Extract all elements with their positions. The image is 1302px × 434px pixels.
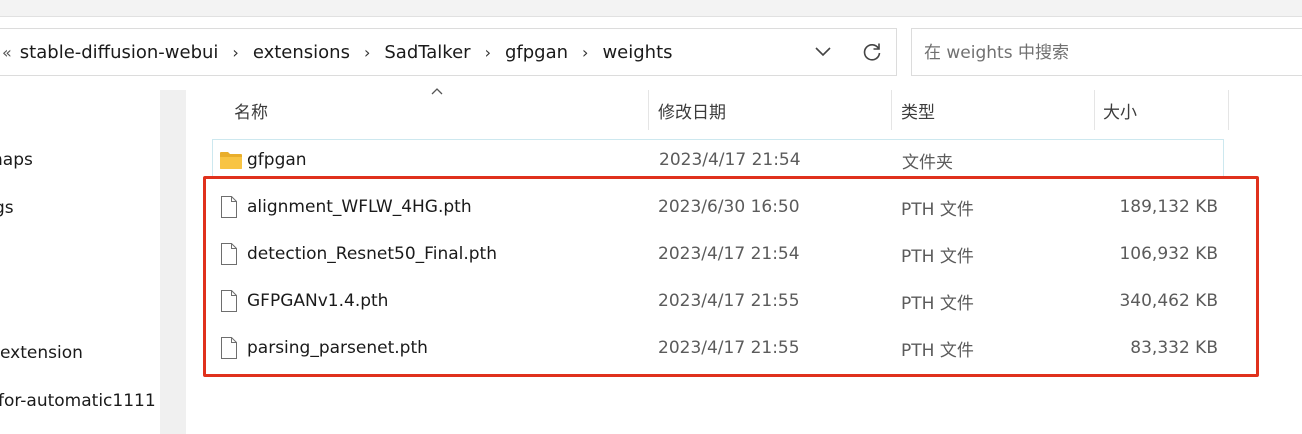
file-name: gfpgan bbox=[247, 150, 307, 170]
file-icon bbox=[220, 328, 238, 368]
column-header-type[interactable]: 类型 bbox=[901, 90, 1091, 130]
file-size: 106,932 KB bbox=[1119, 244, 1218, 264]
nav-item[interactable]: extension bbox=[0, 343, 83, 363]
file-type: PTH 文件 bbox=[901, 199, 974, 220]
file-modified: 2023/4/17 21:55 bbox=[658, 291, 800, 311]
breadcrumb-item-gfpgan[interactable]: gfpgan bbox=[503, 42, 570, 63]
column-header-name[interactable]: 名称 bbox=[234, 90, 644, 130]
breadcrumb-overflow-button[interactable]: « bbox=[2, 43, 12, 62]
column-header-modified[interactable]: 修改日期 bbox=[658, 90, 888, 130]
column-divider[interactable] bbox=[891, 90, 892, 130]
chevron-right-icon[interactable]: › bbox=[352, 43, 382, 62]
search-box[interactable] bbox=[911, 28, 1302, 76]
column-divider[interactable] bbox=[1094, 90, 1095, 130]
refresh-icon bbox=[861, 41, 883, 63]
column-header-size[interactable]: 大小 bbox=[1103, 90, 1223, 130]
breadcrumb-item-stable-diffusion-webui[interactable]: stable-diffusion-webui bbox=[18, 42, 221, 63]
chevron-down-icon bbox=[814, 46, 832, 58]
address-bar[interactable]: « stable-diffusion-webui › extensions › … bbox=[0, 28, 897, 76]
file-icon bbox=[220, 187, 238, 227]
file-size: 83,332 KB bbox=[1130, 338, 1218, 358]
file-size: 189,132 KB bbox=[1119, 197, 1218, 217]
address-history-dropdown-button[interactable] bbox=[808, 37, 838, 67]
file-size bbox=[1103, 140, 1219, 180]
nav-item[interactable]: naps bbox=[0, 150, 33, 170]
file-name: detection_Resnet50_Final.pth bbox=[247, 244, 497, 264]
column-divider[interactable] bbox=[648, 90, 649, 130]
breadcrumb-item-extensions[interactable]: extensions bbox=[251, 42, 352, 63]
file-row-gfpgan[interactable]: gfpgan 2023/4/17 21:54 文件夹 bbox=[212, 139, 1224, 179]
navigation-scrollbar[interactable] bbox=[160, 90, 186, 434]
file-modified: 2023/4/17 21:54 bbox=[659, 150, 801, 170]
chevron-right-icon[interactable]: › bbox=[473, 43, 503, 62]
file-row-parsing[interactable]: parsing_parsenet.pth 2023/4/17 21:55 PTH… bbox=[212, 328, 1224, 368]
navigation-pane: naps gs extension for-automatic1111 bbox=[0, 90, 160, 434]
file-type: PTH 文件 bbox=[901, 246, 974, 267]
breadcrumb-item-weights[interactable]: weights bbox=[600, 42, 674, 63]
file-name: parsing_parsenet.pth bbox=[247, 338, 428, 358]
nav-item[interactable]: gs bbox=[0, 198, 14, 218]
search-input[interactable] bbox=[922, 39, 1286, 67]
chevron-right-icon[interactable]: › bbox=[220, 43, 250, 62]
window-top-strip bbox=[0, 0, 1302, 17]
refresh-button[interactable] bbox=[857, 37, 887, 67]
file-modified: 2023/4/17 21:55 bbox=[658, 338, 800, 358]
file-modified: 2023/4/17 21:54 bbox=[658, 244, 800, 264]
file-type: 文件夹 bbox=[902, 152, 953, 173]
file-type: PTH 文件 bbox=[901, 293, 974, 314]
file-name: alignment_WFLW_4HG.pth bbox=[247, 197, 472, 217]
file-size: 340,462 KB bbox=[1119, 291, 1218, 311]
chevron-right-icon[interactable]: › bbox=[570, 43, 600, 62]
file-row-gfpganv14[interactable]: GFPGANv1.4.pth 2023/4/17 21:55 PTH 文件 34… bbox=[212, 281, 1224, 321]
file-icon bbox=[220, 234, 238, 274]
column-divider[interactable] bbox=[1228, 90, 1229, 130]
file-row-detection[interactable]: detection_Resnet50_Final.pth 2023/4/17 2… bbox=[212, 234, 1224, 274]
file-type: PTH 文件 bbox=[901, 340, 974, 361]
file-modified: 2023/6/30 16:50 bbox=[658, 197, 800, 217]
sort-ascending-icon bbox=[430, 86, 444, 96]
file-icon bbox=[220, 281, 238, 321]
file-row-alignment[interactable]: alignment_WFLW_4HG.pth 2023/6/30 16:50 P… bbox=[212, 187, 1224, 227]
file-name: GFPGANv1.4.pth bbox=[247, 291, 389, 311]
breadcrumb-item-sadtalker[interactable]: SadTalker bbox=[382, 42, 472, 63]
breadcrumb: « stable-diffusion-webui › extensions › … bbox=[0, 29, 675, 75]
nav-item[interactable]: for-automatic1111 bbox=[0, 391, 156, 411]
folder-icon bbox=[219, 140, 243, 180]
